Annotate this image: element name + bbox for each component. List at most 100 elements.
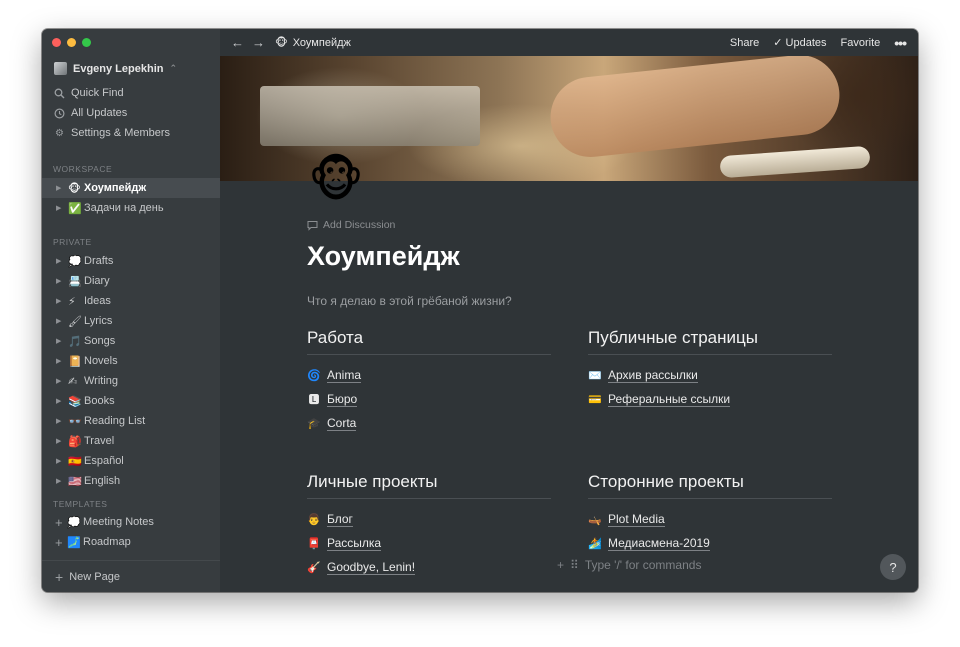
sidebar-item-homepage[interactable]: ▶ 🐵 Хоумпейдж [42,178,220,198]
expand-triangle-icon[interactable]: ▶ [56,397,68,405]
sidebar-item-books[interactable]: ▶ 📚 Books [42,391,220,411]
all-updates-button[interactable]: All Updates [54,107,127,119]
page-link-goodbye-lenin[interactable]: 🎸 Goodbye, Lenin! [307,555,551,579]
sidebar-item-espanol[interactable]: ▶ 🇪🇸 Español [42,451,220,471]
monkey-icon: 🐵 [275,37,288,49]
workspace-switcher[interactable]: Evgeny Lepekhin ⌃ [54,62,177,75]
sidebar-item-tasks[interactable]: ▶ ✅ Задачи на день [42,198,220,218]
expand-triangle-icon[interactable]: ▶ [56,297,68,305]
settings-members-button[interactable]: ⚙ Settings & Members [54,127,170,139]
sidebar-item-songs[interactable]: ▶ 🎵 Songs [42,331,220,351]
sidebar-item-label: Español [84,455,124,467]
close-window-button[interactable] [52,38,61,47]
expand-triangle-icon[interactable]: ▶ [56,357,68,365]
section-personal-projects: Личные проекты 👨 Блог 📮 Рассылка 🎸 Goodb… [307,472,551,579]
breadcrumb[interactable]: 🐵 Хоумпейдж [275,36,351,50]
section-heading[interactable]: Публичные страницы [588,328,832,355]
page-subtitle[interactable]: Что я делаю в этой грёбаной жизни? [307,294,512,308]
page-link-referral-links[interactable]: 💳 Реферальные ссылки [588,387,832,411]
page-link-mediasmena[interactable]: 🏄 Медиасмена-2019 [588,531,832,555]
link-label: Реферальные ссылки [608,391,731,407]
plus-icon[interactable]: + [55,515,67,530]
page-link-newsletter[interactable]: 📮 Рассылка [307,531,551,555]
expand-triangle-icon[interactable]: ▶ [56,257,68,265]
quick-find-button[interactable]: Quick Find [54,87,124,99]
music-note-icon: 🎵 [68,335,82,348]
plus-icon[interactable]: + [557,558,564,572]
sidebar-item-diary[interactable]: ▶ 📇 Diary [42,271,220,291]
expand-triangle-icon[interactable]: ▶ [56,184,68,192]
section-heading[interactable]: Личные проекты [307,472,551,499]
guitar-icon: 🎸 [307,561,321,574]
page-link-newsletter-archive[interactable]: ✉️ Архив рассылки [588,363,832,387]
page-link-anima[interactable]: 🌀 Anima [307,363,551,387]
expand-triangle-icon[interactable]: ▶ [56,317,68,325]
sidebar-item-label: English [84,475,121,487]
forward-arrow-icon[interactable]: → [252,35,265,50]
section-public-pages: Публичные страницы ✉️ Архив рассылки 💳 Р… [588,328,832,411]
command-placeholder: Type '/' for commands [584,558,702,572]
expand-triangle-icon[interactable]: ▶ [56,377,68,385]
cyclone-icon: 🌀 [307,369,321,382]
back-arrow-icon[interactable]: ← [231,35,244,50]
link-label: Архив рассылки [608,367,698,383]
share-button[interactable]: Share [730,37,759,49]
page-link-buro[interactable]: 🅻 Бюро [307,387,551,411]
sidebar-item-label: Writing [84,375,119,387]
new-block-input[interactable]: + ⠿ Type '/' for commands [557,558,701,572]
sidebar-item-label: Songs [84,335,116,347]
checkmark-icon: ✅ [68,202,82,215]
sidebar-item-drafts[interactable]: ▶ 💭 Drafts [42,251,220,271]
template-roadmap[interactable]: + 🗾 Roadmap [42,532,220,552]
expand-triangle-icon[interactable]: ▶ [56,337,68,345]
help-button[interactable]: ? [880,554,906,580]
expand-triangle-icon[interactable]: ▶ [56,477,68,485]
section-heading[interactable]: Сторонние проекты [588,472,832,499]
drag-handle-icon[interactable]: ⠿ [570,558,579,572]
add-discussion-label: Add Discussion [323,219,396,231]
writing-hand-icon: ✍ [68,375,78,388]
sidebar-item-label: Lyrics [84,315,113,327]
page-title[interactable]: Хоумпейдж [307,241,460,272]
sidebar-item-travel[interactable]: ▶ 🎒 Travel [42,431,220,451]
chevron-updown-icon: ⌃ [169,63,178,73]
sidebar-item-novels[interactable]: ▶ 📔 Novels [42,351,220,371]
page-link-corta[interactable]: 🎓 Corta [307,411,551,435]
books-icon: 📚 [68,395,82,408]
expand-triangle-icon[interactable]: ▶ [56,204,68,212]
plus-icon: + [55,568,64,585]
section-heading[interactable]: Работа [307,328,551,355]
sidebar-item-reading-list[interactable]: ▶ 👓 Reading List [42,411,220,431]
page-link-plot-media[interactable]: 🛶 Plot Media [588,507,832,531]
expand-triangle-icon[interactable]: ▶ [56,277,68,285]
expand-triangle-icon[interactable]: ▶ [56,457,68,465]
expand-triangle-icon[interactable]: ▶ [56,437,68,445]
zoom-window-button[interactable] [82,38,91,47]
topbar: ← → 🐵 Хоумпейдж Share ✓ Updates Favorite… [220,29,918,56]
sidebar-item-ideas[interactable]: ▶ ⚡ Ideas [42,291,220,311]
page-icon[interactable]: 🐵 [306,151,366,211]
plus-icon[interactable]: + [55,535,67,550]
minimize-window-button[interactable] [67,38,76,47]
updates-button[interactable]: ✓ Updates [773,36,826,49]
add-discussion-button[interactable]: Add Discussion [307,219,395,231]
favorite-button[interactable]: Favorite [841,37,881,49]
section-side-projects: Сторонние проекты 🛶 Plot Media 🏄 Медиасм… [588,472,832,555]
new-page-button[interactable]: + New Page [42,560,220,592]
private-section-label: PRIVATE [53,237,92,247]
page-link-blog[interactable]: 👨 Блог [307,507,551,531]
sidebar-item-lyrics[interactable]: ▶ 🖌 Lyrics [42,311,220,331]
link-label: Блог [327,511,353,527]
thought-bubble-icon: 💭 [67,516,81,529]
template-meeting-notes[interactable]: + 💭 Meeting Notes [42,512,220,532]
more-options-button[interactable]: ••• [894,35,907,51]
sidebar-item-english[interactable]: ▶ 🇺🇸 English [42,471,220,491]
sidebar-item-writing[interactable]: ▶ ✍ Writing [42,371,220,391]
surfer-icon: 🏄 [588,537,602,550]
expand-triangle-icon[interactable]: ▶ [56,417,68,425]
template-label: Meeting Notes [83,516,154,528]
cover-arm-shape [546,56,844,161]
search-icon [54,88,65,99]
main-content: ← → 🐵 Хоумпейдж Share ✓ Updates Favorite… [220,29,918,592]
link-label: Медиасмена-2019 [608,535,710,551]
